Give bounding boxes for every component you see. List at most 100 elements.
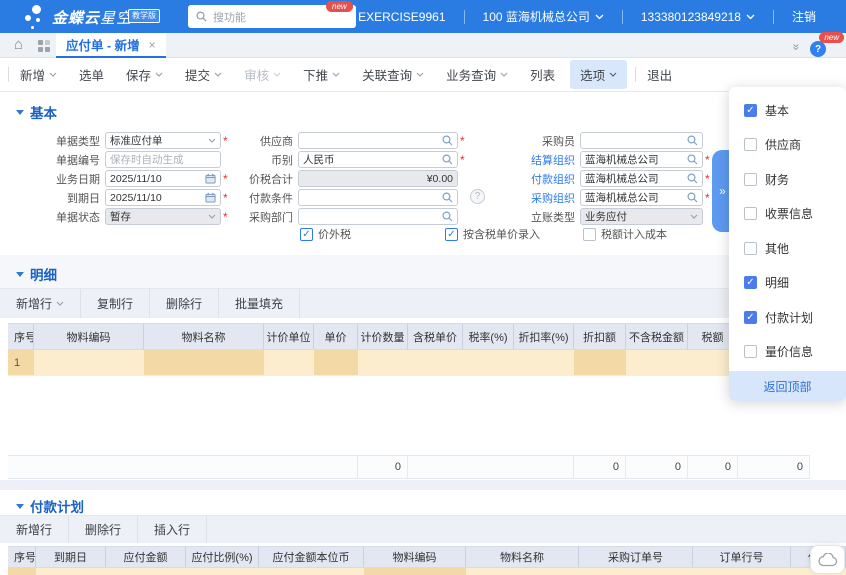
tab-payable-new[interactable]: 应付单 - 新增 × [56, 33, 166, 58]
lookup-icon[interactable] [687, 192, 698, 203]
cell-seq[interactable]: 1 [8, 350, 34, 375]
purchase-dept-lookup[interactable] [298, 208, 458, 225]
payment-add-row-button[interactable]: 新增行 [0, 516, 69, 543]
detail-copy-row-button[interactable]: 复制行 [81, 289, 150, 318]
phone-menu[interactable]: 133380123849218 [623, 10, 773, 24]
checkbox-checked-icon[interactable]: ✓ [445, 228, 458, 241]
cell-discount-rate[interactable] [514, 350, 574, 375]
push-down-button[interactable]: 下推 [303, 65, 340, 84]
biz-date-picker[interactable]: 2025/11/10 [105, 170, 221, 187]
lookup-icon[interactable] [442, 154, 453, 165]
col-discount-amt[interactable]: 折扣额 [574, 324, 626, 349]
col-pricing-unit[interactable]: 计价单位 [264, 324, 314, 349]
payment-delete-row-button[interactable]: 删除行 [69, 516, 138, 543]
tax-excluded-checkbox[interactable]: ✓价外税 [300, 226, 351, 242]
checkbox-unchecked-icon[interactable] [583, 228, 596, 241]
col-material-code[interactable]: 物料编码 [364, 547, 466, 567]
option-basic[interactable]: ✓基本 [729, 93, 846, 128]
col-pricing-qty[interactable]: 计价数量 [358, 324, 408, 349]
option-detail[interactable]: ✓明细 [729, 266, 846, 301]
lookup-icon[interactable] [687, 154, 698, 165]
col-material-name[interactable]: 物料名称 [466, 547, 579, 567]
currency-lookup[interactable]: 人民币 [298, 151, 458, 168]
checkbox-checked-icon[interactable]: ✓ [744, 276, 757, 289]
checkbox-unchecked-icon[interactable] [744, 207, 757, 220]
purchase-org-label[interactable]: 采购组织 [502, 190, 580, 206]
cell-material-name[interactable] [466, 568, 579, 575]
new-button[interactable]: 新增 [20, 65, 57, 84]
option-finance[interactable]: 财务 [729, 162, 846, 197]
organization-switcher[interactable]: 100 蓝海机械总公司 [465, 8, 622, 25]
cell-material-name[interactable] [144, 350, 264, 375]
col-seq[interactable]: 序号... [8, 324, 34, 349]
doc-no-input[interactable]: 保存时自动生成 [105, 151, 221, 168]
checkbox-unchecked-icon[interactable] [744, 173, 757, 186]
cell-payable-ratio[interactable] [186, 568, 259, 575]
account-name[interactable]: EXERCISE9961 [340, 10, 463, 24]
col-tax-rate[interactable]: 税率(%) [463, 324, 514, 349]
options-button[interactable]: 选项 [570, 60, 627, 89]
col-material-name[interactable]: 物料名称 [144, 324, 264, 349]
lookup-icon[interactable] [442, 192, 453, 203]
buyer-lookup[interactable] [580, 132, 703, 149]
col-seq[interactable]: 序号... [8, 547, 36, 567]
col-purchase-order-no[interactable]: 采购订单号 [579, 547, 693, 567]
save-button[interactable]: 保存 [126, 65, 163, 84]
purchase-org-lookup[interactable]: 蓝海机械总公司 [580, 189, 703, 206]
checkbox-unchecked-icon[interactable] [744, 242, 757, 255]
option-other[interactable]: 其他 [729, 231, 846, 266]
checkbox-checked-icon[interactable]: ✓ [744, 311, 757, 324]
cell-unit-price[interactable] [314, 350, 358, 375]
cell-payable-amt[interactable] [106, 568, 186, 575]
col-discount-rate[interactable]: 折扣率(%) [514, 324, 574, 349]
section-payment-header[interactable]: 付款计划 [16, 496, 84, 516]
detail-batch-fill-button[interactable]: 批量填充 [219, 289, 300, 318]
cloud-sync-button[interactable] [810, 545, 845, 574]
cell-due-date[interactable] [36, 568, 106, 575]
detail-delete-row-button[interactable]: 删除行 [150, 289, 219, 318]
related-query-button[interactable]: 关联查询 [362, 65, 424, 84]
cell-material-code[interactable] [364, 568, 466, 575]
apps-grid-icon[interactable] [38, 40, 50, 52]
cell-payable-amt-base[interactable] [259, 568, 364, 575]
back-to-top-link[interactable]: 返回顶部 [729, 371, 846, 401]
settle-org-lookup[interactable]: 蓝海机械总公司 [580, 151, 703, 168]
option-invoice-info[interactable]: 收票信息 [729, 197, 846, 232]
col-material-code[interactable]: 物料编码 [34, 324, 144, 349]
col-payable-amt-base[interactable]: 应付金额本位币 [259, 547, 364, 567]
submit-button[interactable]: 提交 [185, 65, 222, 84]
exit-button[interactable]: 退出 [647, 65, 672, 84]
lookup-icon[interactable] [442, 211, 453, 222]
col-untaxed-amt[interactable]: 不含税金额 [626, 324, 688, 349]
tax-into-cost-checkbox[interactable]: 税额计入成本 [583, 226, 667, 242]
help-button[interactable]: ? [810, 41, 826, 57]
list-button[interactable]: 列表 [530, 65, 555, 84]
lookup-icon[interactable] [687, 135, 698, 146]
col-payable-amt[interactable]: 应付金额 [106, 547, 186, 567]
cell-seq[interactable] [8, 568, 36, 575]
cell-tax-rate[interactable] [463, 350, 514, 375]
cell-tax-price[interactable] [408, 350, 463, 375]
supplier-lookup[interactable] [298, 132, 458, 149]
col-due-date[interactable]: 到期日 [36, 547, 106, 567]
cell-order-line-no[interactable] [693, 568, 791, 575]
section-basic-header[interactable]: 基本 [16, 102, 57, 122]
collapse-tabs-icon[interactable]: » [790, 44, 804, 51]
detail-add-row-button[interactable]: 新增行 [0, 289, 81, 318]
detail-table-row[interactable]: 1 [8, 350, 810, 376]
pay-org-lookup[interactable]: 蓝海机械总公司 [580, 170, 703, 187]
option-supplier[interactable]: 供应商 [729, 128, 846, 163]
checkbox-checked-icon[interactable]: ✓ [300, 228, 313, 241]
payment-table-row[interactable] [8, 568, 846, 575]
due-date-picker[interactable]: 2025/11/10 [105, 189, 221, 206]
cell-material-code[interactable] [34, 350, 144, 375]
logout-button[interactable]: 注销 [774, 8, 834, 25]
cell-purchase-order-no[interactable] [579, 568, 693, 575]
payment-insert-row-button[interactable]: 插入行 [138, 516, 207, 543]
home-icon[interactable]: ⌂ [14, 36, 23, 53]
col-tax-price[interactable]: 含税单价 [408, 324, 463, 349]
option-qty-price-info[interactable]: 量价信息 [729, 335, 846, 370]
tax-inclusive-entry-checkbox[interactable]: ✓按含税单价录入 [445, 226, 540, 242]
tab-close-icon[interactable]: × [149, 38, 156, 52]
settle-org-label[interactable]: 结算组织 [502, 152, 580, 168]
